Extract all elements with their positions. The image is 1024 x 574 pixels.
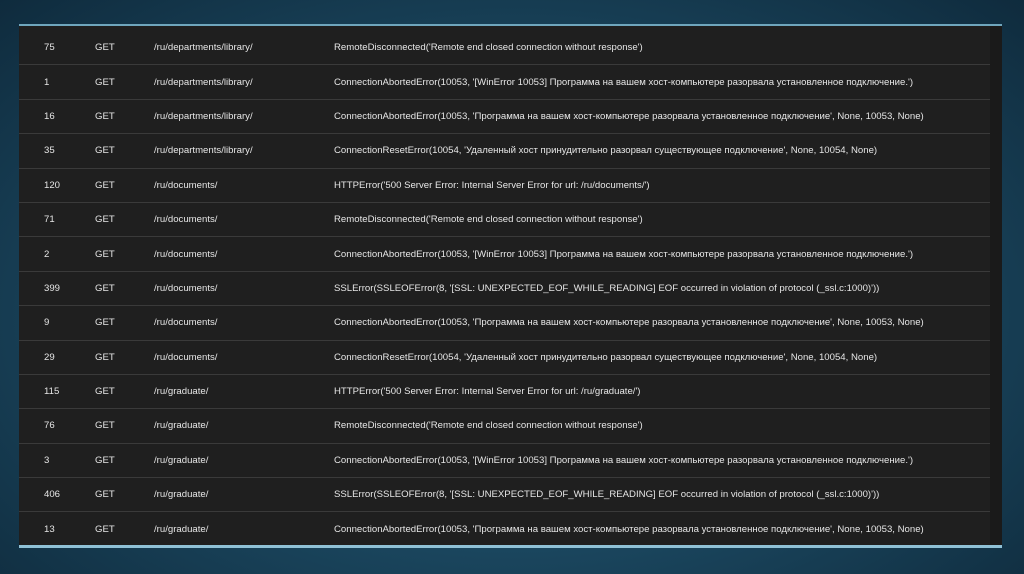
cell-count: 29: [44, 351, 55, 363]
table-row[interactable]: 1 GET /ru/departments/library/ Connectio…: [19, 65, 990, 100]
cell-url: /ru/graduate/: [154, 454, 209, 466]
cell-url: /ru/departments/library/: [154, 145, 253, 157]
cell-error: ConnectionAbortedError(10053, 'Программа…: [334, 317, 924, 329]
cell-url: /ru/documents/: [154, 248, 218, 260]
cell-method: GET: [95, 386, 115, 398]
cell-url: /ru/documents/: [154, 317, 218, 329]
table-row[interactable]: 3 GET /ru/graduate/ ConnectionAbortedErr…: [19, 444, 990, 479]
cell-url: /ru/documents/: [154, 351, 218, 363]
cell-method: GET: [95, 179, 115, 191]
cell-url: /ru/departments/library/: [154, 76, 253, 88]
cell-count: 35: [44, 145, 55, 157]
table-row[interactable]: 13 GET /ru/graduate/ ConnectionAbortedEr…: [19, 512, 990, 545]
cell-method: GET: [95, 420, 115, 432]
cell-method: GET: [95, 282, 115, 294]
table-row[interactable]: 71 GET /ru/documents/ RemoteDisconnected…: [19, 203, 990, 238]
cell-error: RemoteDisconnected('Remote end closed co…: [334, 42, 643, 54]
cell-count: 76: [44, 420, 55, 432]
vertical-scrollbar[interactable]: [990, 26, 1002, 545]
table-row[interactable]: 120 GET /ru/documents/ HTTPError('500 Se…: [19, 169, 990, 203]
cell-count: 1: [44, 76, 50, 88]
cell-method: GET: [95, 351, 115, 363]
cell-count: 9: [44, 317, 50, 329]
cell-error: SSLError(SSLEOFError(8, '[SSL: UNEXPECTE…: [334, 282, 880, 294]
cell-url: /ru/graduate/: [154, 386, 209, 398]
cell-count: 75: [44, 42, 55, 54]
cell-url: /ru/departments/library/: [154, 42, 253, 54]
cell-error: ConnectionAbortedError(10053, '[WinError…: [334, 454, 914, 466]
table-row[interactable]: 399 GET /ru/documents/ SSLError(SSLEOFEr…: [19, 272, 990, 307]
error-table-panel: 75 GET /ru/departments/library/ RemoteDi…: [19, 24, 1002, 548]
cell-count: 16: [44, 110, 55, 122]
cell-error: ConnectionResetError(10054, 'Удаленный х…: [334, 351, 878, 363]
cell-method: GET: [95, 248, 115, 260]
cell-error: RemoteDisconnected('Remote end closed co…: [334, 214, 643, 226]
failures-table: 75 GET /ru/departments/library/ RemoteDi…: [19, 31, 990, 545]
cell-count: 2: [44, 248, 50, 260]
cell-method: GET: [95, 42, 115, 54]
cell-url: /ru/graduate/: [154, 489, 209, 501]
cell-error: ConnectionAbortedError(10053, '[WinError…: [334, 76, 914, 88]
cell-method: GET: [95, 110, 115, 122]
cell-count: 71: [44, 214, 55, 226]
table-row[interactable]: 75 GET /ru/departments/library/ RemoteDi…: [19, 31, 990, 66]
cell-url: /ru/documents/: [154, 282, 218, 294]
cell-count: 406: [44, 489, 61, 501]
table-row[interactable]: 2 GET /ru/documents/ ConnectionAbortedEr…: [19, 237, 990, 272]
cell-count: 120: [44, 179, 61, 191]
cell-error: ConnectionAbortedError(10053, 'Программа…: [334, 523, 924, 535]
cell-error: RemoteDisconnected('Remote end closed co…: [334, 420, 643, 432]
cell-error: ConnectionResetError(10054, 'Удаленный х…: [334, 145, 878, 157]
cell-method: GET: [95, 317, 115, 329]
cell-error: HTTPError('500 Server Error: Internal Se…: [334, 386, 641, 398]
cell-error: SSLError(SSLEOFError(8, '[SSL: UNEXPECTE…: [334, 489, 880, 501]
cell-error: ConnectionAbortedError(10053, '[WinError…: [334, 248, 914, 260]
cell-method: GET: [95, 489, 115, 501]
table-row[interactable]: 16 GET /ru/departments/library/ Connecti…: [19, 100, 990, 135]
cell-count: 13: [44, 523, 55, 535]
cell-url: /ru/documents/: [154, 179, 218, 191]
table-row[interactable]: 29 GET /ru/documents/ ConnectionResetErr…: [19, 341, 990, 375]
cell-url: /ru/departments/library/: [154, 110, 253, 122]
cell-count: 3: [44, 454, 50, 466]
cell-count: 399: [44, 282, 61, 294]
table-row[interactable]: 9 GET /ru/documents/ ConnectionAbortedEr…: [19, 306, 990, 341]
cell-error: ConnectionAbortedError(10053, 'Программа…: [334, 110, 924, 122]
table-row[interactable]: 406 GET /ru/graduate/ SSLError(SSLEOFErr…: [19, 478, 990, 513]
cell-error: HTTPError('500 Server Error: Internal Se…: [334, 179, 650, 191]
cell-method: GET: [95, 145, 115, 157]
cell-url: /ru/graduate/: [154, 420, 209, 432]
table-row[interactable]: 115 GET /ru/graduate/ HTTPError('500 Ser…: [19, 375, 990, 410]
cell-url: /ru/graduate/: [154, 523, 209, 535]
cell-method: GET: [95, 523, 115, 535]
cell-count: 115: [44, 386, 60, 398]
cell-url: /ru/documents/: [154, 214, 218, 226]
table-row[interactable]: 76 GET /ru/graduate/ RemoteDisconnected(…: [19, 409, 990, 444]
cell-method: GET: [95, 76, 115, 88]
table-row[interactable]: 35 GET /ru/departments/library/ Connecti…: [19, 134, 990, 169]
cell-method: GET: [95, 454, 115, 466]
cell-method: GET: [95, 214, 115, 226]
